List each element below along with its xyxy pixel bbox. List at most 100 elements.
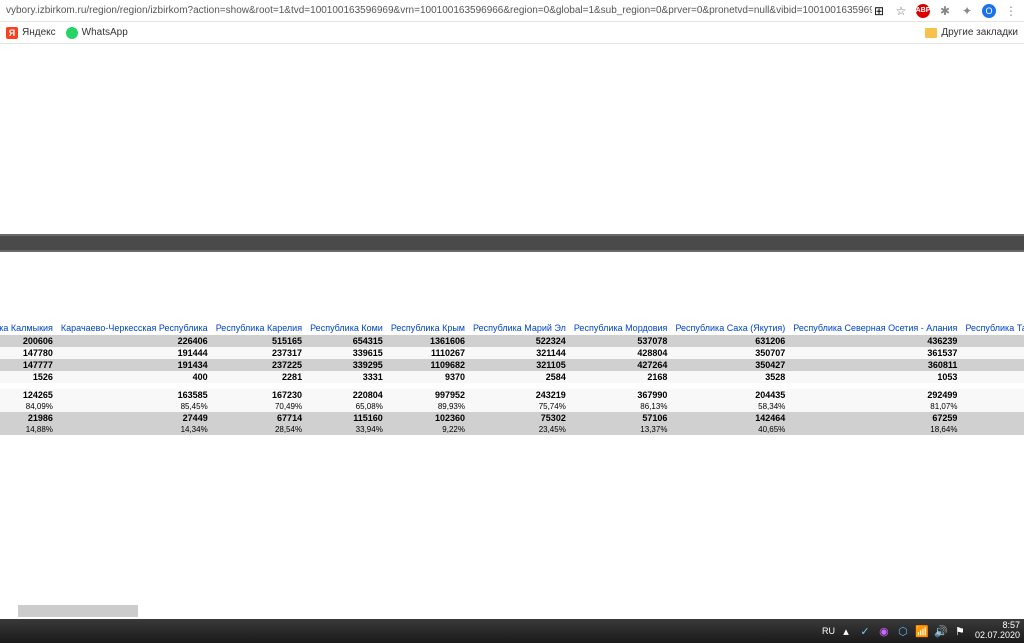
region-header[interactable]: Республика Северная Осетия - Алания [789,321,961,335]
table-cell: 21986 [0,412,57,424]
yandex-icon: Я [6,27,18,39]
table-cell: 102360 [387,412,469,424]
region-header[interactable]: Республика Марий Эл [469,321,570,335]
table-cell: 226406 [57,335,212,347]
table-cell: 75302 [469,412,570,424]
table-row: 84,09%85,45%70,49%65,08%89,93%75,74%86,1… [0,401,1024,412]
extension-icon[interactable]: ✱ [938,4,952,18]
table-cell: 33,94% [306,424,387,435]
table-cell: 339295 [306,359,387,371]
table-cell [961,359,1024,371]
region-header[interactable]: Республика Коми [306,321,387,335]
tray-app-icon[interactable]: ✓ [858,624,872,638]
clock-date: 02.07.2020 [975,631,1020,641]
table-row: 1477771914342372253392951109682321105427… [0,359,1024,371]
language-indicator[interactable]: RU [822,626,835,636]
profile-avatar[interactable]: O [982,4,996,18]
table-cell: 14,88% [0,424,57,435]
browser-toolbar-icons: ⊞ ☆ ABP ✱ ✦ O ⋮ [872,4,1018,18]
table-cell [961,424,1024,435]
bookmark-yandex[interactable]: Я Яндекс [6,27,56,39]
table-cell: 321144 [469,347,570,359]
horizontal-scroll-thumb[interactable] [18,605,138,617]
menu-icon[interactable]: ⋮ [1004,4,1018,18]
table-cell: 147777 [0,359,57,371]
taskbar-clock[interactable]: 8:57 02.07.2020 [971,621,1020,641]
table-cell: 1053 [789,371,961,383]
browser-address-bar: vybory.izbirkom.ru/region/region/izbirko… [0,0,1024,22]
table-cell: 85,45% [57,401,212,412]
table-cell: 292499 [789,389,961,401]
table-cell: 654315 [306,335,387,347]
dark-band [0,234,1024,252]
table-cell: 191444 [57,347,212,359]
table-cell: 1526 [0,371,57,383]
table-cell: 220804 [306,389,387,401]
table-cell: 997952 [387,389,469,401]
table-row: 14,88%14,34%28,54%33,94%9,22%23,45%13,37… [0,424,1024,435]
table-cell [961,389,1024,401]
table-cell: 163585 [57,389,212,401]
table-cell: 428804 [570,347,672,359]
table-cell: 367990 [570,389,672,401]
table-cell: 81,07% [789,401,961,412]
tray-bluetooth-icon[interactable]: ⬡ [896,624,910,638]
table-cell: 2584 [469,371,570,383]
other-bookmarks[interactable]: Другие закладки [925,27,1018,38]
region-header[interactable]: Республика Крым [387,321,469,335]
region-header[interactable]: Республика Тата [961,321,1024,335]
table-cell: 400 [57,371,212,383]
region-header[interactable]: Республика Мордовия [570,321,672,335]
folder-icon [925,28,937,38]
url-text[interactable]: vybory.izbirkom.ru/region/region/izbirko… [6,5,872,16]
table-cell: 350427 [671,359,789,371]
table-cell: 9370 [387,371,469,383]
table-cell: 243219 [469,389,570,401]
bookmarks-bar: Я Яндекс WhatsApp Другие закладки [0,22,1024,44]
adblock-icon[interactable]: ABP [916,4,930,18]
page-content: лика КалмыкияКарачаево-Черкесская Респуб… [0,44,1024,619]
table-cell: 58,34% [671,401,789,412]
table-cell: 515165 [212,335,306,347]
tray-flag-icon[interactable]: ⚑ [953,624,967,638]
region-header[interactable]: Республика Карелия [212,321,306,335]
bookmark-whatsapp[interactable]: WhatsApp [66,27,128,39]
table-row: 15264002281333193702584216835281053 [0,371,1024,383]
bookmark-label: Яндекс [22,27,56,38]
results-table: лика КалмыкияКарачаево-Черкесская Респуб… [0,321,1024,435]
table-cell [961,347,1024,359]
table-cell [961,335,1024,347]
table-cell: 40,65% [671,424,789,435]
puzzle-icon[interactable]: ✦ [960,4,974,18]
bookmark-label: WhatsApp [82,27,128,38]
table-cell: 237225 [212,359,306,371]
region-header[interactable]: Республика Саха (Якутия) [671,321,789,335]
windows-taskbar: RU ▴ ✓ ◉ ⬡ 📶 🔊 ⚑ 8:57 02.07.2020 [0,619,1024,643]
table-row: 2198627449677141151601023607530257106142… [0,412,1024,424]
system-tray: ▴ ✓ ◉ ⬡ 📶 🔊 ⚑ [839,624,967,638]
tray-volume-icon[interactable]: 🔊 [934,624,948,638]
table-cell: 1110267 [387,347,469,359]
table-cell: 75,74% [469,401,570,412]
qr-icon[interactable]: ⊞ [872,4,886,18]
table-cell: 522324 [469,335,570,347]
tray-chevron-icon[interactable]: ▴ [839,624,853,638]
region-header[interactable]: Карачаево-Черкесская Республика [57,321,212,335]
results-table-wrap: лика КалмыкияКарачаево-Черкесская Респуб… [0,321,1024,435]
bookmark-star-icon[interactable]: ☆ [894,4,908,18]
table-cell [961,401,1024,412]
table-row: 2006062264065151656543151361606522324537… [0,335,1024,347]
table-cell: 1361606 [387,335,469,347]
table-cell: 67714 [212,412,306,424]
table-cell: 167230 [212,389,306,401]
tray-app-icon[interactable]: ◉ [877,624,891,638]
region-header[interactable]: лика Калмыкия [0,321,57,335]
whatsapp-icon [66,27,78,39]
table-cell: 339615 [306,347,387,359]
table-cell: 13,37% [570,424,672,435]
tray-network-icon[interactable]: 📶 [915,624,929,638]
table-cell [961,412,1024,424]
table-cell: 115160 [306,412,387,424]
table-cell: 237317 [212,347,306,359]
table-cell: 200606 [0,335,57,347]
